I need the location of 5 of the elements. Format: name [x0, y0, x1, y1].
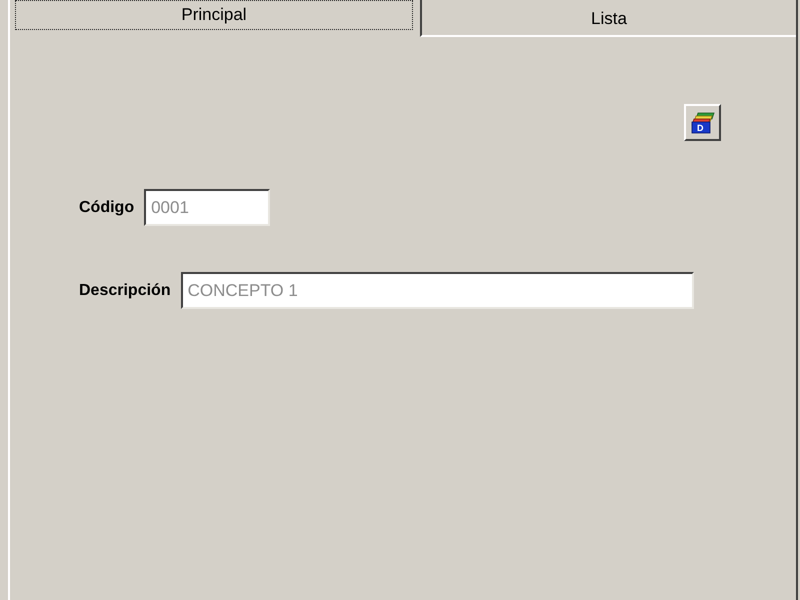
tab[interactable]: Principal: [15, 0, 413, 30]
tab[interactable]: Lista: [420, 0, 796, 37]
field-label: Código: [79, 198, 134, 218]
cards-button[interactable]: D: [684, 104, 721, 141]
field-label: Descripción: [79, 280, 171, 300]
